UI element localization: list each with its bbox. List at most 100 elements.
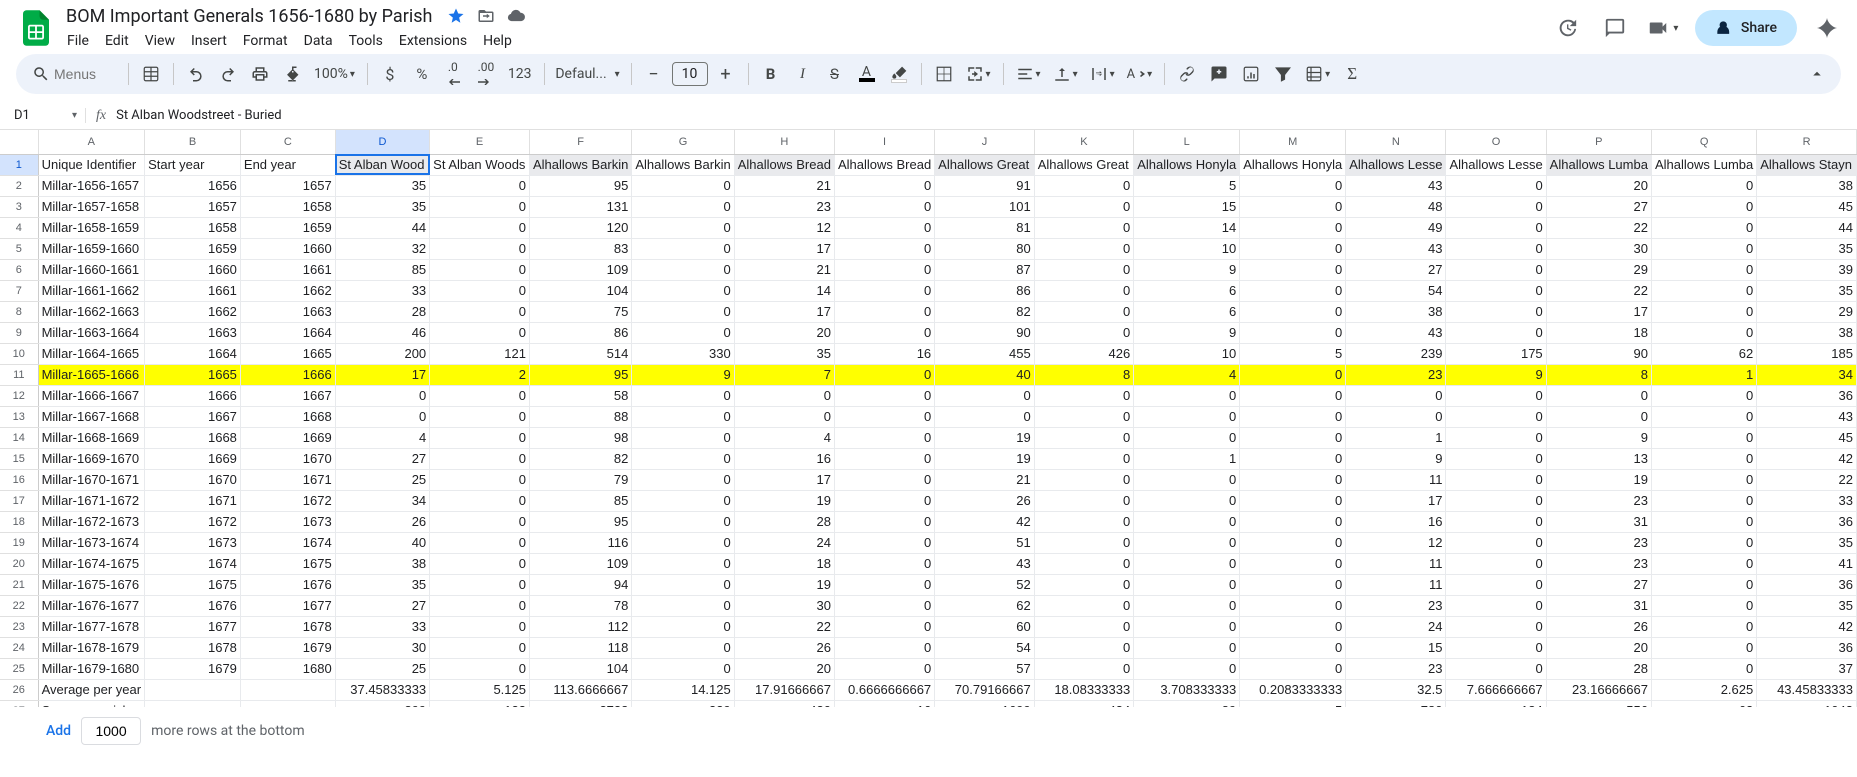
- cell[interactable]: 43.45833333: [1757, 679, 1857, 700]
- cell[interactable]: 0: [1651, 511, 1756, 532]
- cell[interactable]: 0: [1546, 406, 1651, 427]
- cell[interactable]: 14: [1134, 217, 1240, 238]
- cell[interactable]: 0: [1446, 196, 1546, 217]
- cell[interactable]: 43: [1346, 238, 1446, 259]
- add-rows-count-input[interactable]: [81, 717, 141, 745]
- cell[interactable]: 0: [1651, 175, 1756, 196]
- cell[interactable]: 1661: [145, 280, 241, 301]
- cell[interactable]: 0: [1446, 574, 1546, 595]
- menu-data[interactable]: Data: [297, 29, 340, 53]
- cell[interactable]: 26: [1546, 616, 1651, 637]
- cell[interactable]: 0: [430, 658, 530, 679]
- cell[interactable]: 23: [1546, 532, 1651, 553]
- cell[interactable]: 5.125: [430, 679, 530, 700]
- cell[interactable]: 90: [1546, 343, 1651, 364]
- cell[interactable]: Alhallows Barkin: [529, 154, 631, 175]
- row-header-2[interactable]: 2: [0, 175, 38, 196]
- cell[interactable]: 0: [1134, 385, 1240, 406]
- cell[interactable]: 1656: [145, 175, 241, 196]
- cell[interactable]: 0: [632, 595, 734, 616]
- cell[interactable]: 32: [335, 238, 429, 259]
- menu-tools[interactable]: Tools: [342, 29, 390, 53]
- cell[interactable]: 0: [1134, 511, 1240, 532]
- cell[interactable]: 0: [632, 301, 734, 322]
- row-header-20[interactable]: 20: [0, 553, 38, 574]
- cell[interactable]: 112: [529, 616, 631, 637]
- cell[interactable]: 1676: [145, 595, 241, 616]
- cell[interactable]: 0: [1034, 448, 1134, 469]
- borders-button[interactable]: [930, 60, 958, 88]
- cell[interactable]: 1677: [145, 616, 241, 637]
- cell[interactable]: 0: [430, 259, 530, 280]
- name-box[interactable]: D1 ▾: [6, 108, 86, 123]
- row-header-17[interactable]: 17: [0, 490, 38, 511]
- cell[interactable]: 780: [1346, 700, 1446, 707]
- cell[interactable]: 1: [1346, 427, 1446, 448]
- cell[interactable]: 86: [529, 322, 631, 343]
- cell[interactable]: St Alban Wood: [335, 154, 429, 175]
- formula-input[interactable]: St Alban Woodstreet - Buried: [116, 108, 282, 123]
- cell[interactable]: 29: [1546, 259, 1651, 280]
- cell[interactable]: 0: [1446, 469, 1546, 490]
- cell[interactable]: Millar-1663-1664: [38, 322, 145, 343]
- cell[interactable]: 0: [834, 469, 934, 490]
- cell[interactable]: 0: [834, 658, 934, 679]
- cell[interactable]: 0: [834, 301, 934, 322]
- cell[interactable]: 184: [1446, 700, 1546, 707]
- menu-extensions[interactable]: Extensions: [392, 29, 474, 53]
- cell[interactable]: 0: [1240, 364, 1346, 385]
- cell[interactable]: 1658: [145, 217, 241, 238]
- cell[interactable]: 24: [1346, 616, 1446, 637]
- cell[interactable]: 43: [1346, 322, 1446, 343]
- cell[interactable]: 0: [1240, 259, 1346, 280]
- cell[interactable]: 8: [1034, 364, 1134, 385]
- cell[interactable]: 1672: [145, 511, 241, 532]
- cell[interactable]: 0: [1134, 616, 1240, 637]
- cell[interactable]: 25: [335, 469, 429, 490]
- cell[interactable]: 1658: [240, 196, 335, 217]
- cell[interactable]: 1674: [240, 532, 335, 553]
- cell[interactable]: 0: [632, 196, 734, 217]
- cell[interactable]: 11: [1346, 574, 1446, 595]
- cell[interactable]: 38: [1346, 301, 1446, 322]
- cell[interactable]: 0: [1134, 553, 1240, 574]
- cell[interactable]: 0: [1034, 322, 1134, 343]
- cell[interactable]: 0: [1240, 175, 1346, 196]
- comments-icon[interactable]: [1599, 12, 1631, 44]
- cell[interactable]: 0: [834, 448, 934, 469]
- cell[interactable]: 40: [335, 532, 429, 553]
- row-header-19[interactable]: 19: [0, 532, 38, 553]
- cell[interactable]: 0: [430, 511, 530, 532]
- cell[interactable]: 0: [834, 322, 934, 343]
- cell[interactable]: Alhallows Barkin: [632, 154, 734, 175]
- cell[interactable]: 0: [1651, 637, 1756, 658]
- horizontal-align-button[interactable]: [1012, 60, 1045, 88]
- menus-search[interactable]: [26, 60, 120, 88]
- cell[interactable]: 0: [1651, 595, 1756, 616]
- cell[interactable]: 41: [1757, 553, 1857, 574]
- cell[interactable]: 20: [734, 322, 834, 343]
- cell[interactable]: 0: [1134, 490, 1240, 511]
- cell[interactable]: 18: [1546, 322, 1651, 343]
- cell[interactable]: 0: [1034, 658, 1134, 679]
- cell[interactable]: 89: [1134, 700, 1240, 707]
- cell[interactable]: 20: [1546, 175, 1651, 196]
- text-rotation-button[interactable]: A: [1123, 60, 1157, 88]
- cell[interactable]: 0: [1240, 574, 1346, 595]
- functions-button[interactable]: Σ: [1338, 60, 1366, 88]
- cell[interactable]: 1671: [145, 490, 241, 511]
- cell[interactable]: 0: [1240, 217, 1346, 238]
- row-header-3[interactable]: 3: [0, 196, 38, 217]
- row-header-8[interactable]: 8: [0, 301, 38, 322]
- cell[interactable]: 0: [1034, 532, 1134, 553]
- cell[interactable]: 0: [632, 469, 734, 490]
- cell[interactable]: 42: [1757, 448, 1857, 469]
- cell[interactable]: 85: [529, 490, 631, 511]
- share-button[interactable]: Share: [1695, 10, 1797, 46]
- cell[interactable]: 1678: [240, 616, 335, 637]
- cell[interactable]: 26: [935, 490, 1035, 511]
- cell[interactable]: 2: [430, 364, 530, 385]
- cell[interactable]: Alhallows Lumba: [1651, 154, 1756, 175]
- cell[interactable]: Millar-1672-1673: [38, 511, 145, 532]
- cell[interactable]: 33: [1757, 490, 1857, 511]
